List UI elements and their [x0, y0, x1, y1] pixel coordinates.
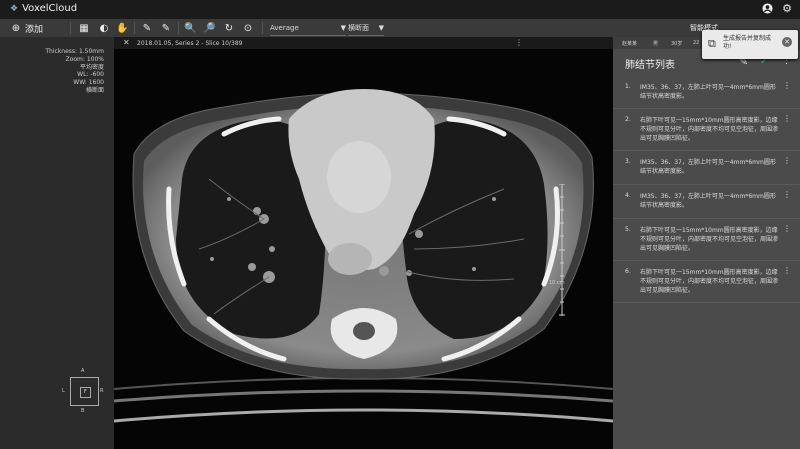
finding-item[interactable]: 1. IM35、36、37，左肺上叶可见一4mm*6mm圆形结节状高密度影。 ⋮ [613, 76, 800, 109]
info-zoom: Zoom: 100% [65, 55, 104, 63]
gear-icon[interactable]: ⚙ [781, 3, 793, 15]
play-icon: ⊙ [243, 22, 253, 34]
info-preset: 平均密度 [79, 63, 104, 71]
layout-button[interactable]: ▦ [78, 19, 90, 37]
zoom-out-icon: 🔎 [203, 22, 216, 34]
app-logo: ❖ VoxelCloud [10, 3, 77, 14]
contrast-icon: ◐ [99, 22, 109, 34]
patient-name: 赵某某 [622, 41, 638, 47]
more-icon[interactable]: ⋮ [783, 224, 791, 233]
more-icon[interactable]: ⋮ [783, 114, 791, 123]
viewer-more-icon[interactable]: ⋮ [515, 38, 523, 47]
toolbar-divider [70, 22, 71, 34]
pan-button[interactable]: ✋ [116, 19, 128, 37]
account-circle-icon[interactable] [761, 3, 773, 15]
brand-name: VoxelCloud [22, 3, 78, 14]
ct-scan-image [114, 49, 613, 449]
add-circle-icon: ⊕ [11, 22, 21, 34]
ct-viewer[interactable]: ✕ 2018.01.05, Series 2 - Slice 10/389 ⋮ [114, 37, 613, 449]
close-icon[interactable]: ✕ [123, 38, 130, 47]
pan-hand-icon: ✋ [116, 22, 129, 34]
toolbar-divider [134, 22, 135, 34]
info-thickness: Thickness: 1.50mm [45, 48, 104, 55]
draw-button[interactable]: ✎ [160, 19, 172, 37]
toolbar-divider [262, 22, 263, 34]
pen-icon: ✎ [161, 22, 171, 34]
zoom-in-button[interactable]: 🔍 [184, 19, 196, 37]
patient-sex: 男 [653, 41, 659, 47]
orientation-cube[interactable]: F [70, 377, 99, 406]
annotate-button[interactable]: ✎ [141, 19, 153, 37]
window-preset-select[interactable]: Average ▼ [270, 21, 346, 36]
toolbar-divider [178, 22, 179, 34]
zoom-in-icon: 🔍 [184, 22, 197, 34]
add-button[interactable]: ⊕ 添加 [10, 19, 43, 37]
findings-list: 1. IM35、36、37，左肺上叶可见一4mm*6mm圆形结节状高密度影。 ⋮… [613, 76, 800, 303]
panel-title: 肺结节列表 [625, 60, 675, 71]
series-info: 2018.01.05, Series 2 - Slice 10/389 [137, 40, 243, 47]
finding-item[interactable]: 2. 右肺下叶可见一15mm*10mm圆形高密度影，边缘不规则可见分叶，内部密度… [613, 109, 800, 151]
orientation-center: F [80, 387, 91, 398]
orientation-label-right: R [100, 388, 104, 394]
rotate-button[interactable]: ↻ [223, 19, 235, 37]
copy-icon: ⧉ [708, 37, 716, 50]
toast-message: 生成报告并复制成功! [723, 35, 772, 50]
patient-id: 22 [693, 40, 700, 46]
zoom-out-button[interactable]: 🔎 [203, 19, 215, 37]
more-icon[interactable]: ⋮ [783, 190, 791, 199]
orientation-label-bottom: B [81, 408, 85, 414]
play-button[interactable]: ⊙ [242, 19, 254, 37]
nodule-list-panel: 赵某某 男 30岁 22 肺结节列表 ✎ ✓ ⋮ 1. IM35、36、37，左… [613, 37, 800, 449]
finding-item[interactable]: 4. IM35、36、37，左肺上叶可见一4mm*6mm圆形结节状高密度影。 ⋮ [613, 185, 800, 219]
pen-icon: ✎ [142, 22, 152, 34]
scale-label: 10 cm [549, 280, 565, 286]
ruler-scale [559, 184, 565, 316]
toolbar: ⊕ 添加 ▦ ◐ ✋ ✎ ✎ 🔍 🔎 ↻ ⊙ Average ▼ 横断面 ▼ 智… [0, 19, 800, 37]
view-plane-select[interactable]: 横断面 ▼ [348, 21, 384, 36]
chevron-down-icon: ▼ [378, 24, 384, 32]
info-wl: WL: -600 [77, 71, 104, 79]
info-ww: WW: 1600 [73, 79, 104, 87]
chevron-down-icon: ▼ [340, 24, 346, 32]
more-icon[interactable]: ⋮ [783, 156, 791, 165]
viewer-header: ✕ 2018.01.05, Series 2 - Slice 10/389 ⋮ [114, 37, 613, 49]
more-icon[interactable]: ⋮ [783, 266, 791, 275]
finding-item[interactable]: 6. 右肺下叶可见一15mm*10mm圆形高密度影，边缘不规则可见分叶，内部密度… [613, 261, 800, 303]
finding-item[interactable]: 5. 右肺下叶可见一15mm*10mm圆形高密度影，边缘不规则可见分叶，内部密度… [613, 219, 800, 261]
more-icon[interactable]: ⋮ [783, 81, 791, 90]
patient-age: 30岁 [671, 41, 683, 47]
top-bar: ❖ VoxelCloud ⚙ [0, 0, 800, 19]
layout-icon: ▦ [79, 22, 89, 34]
info-plane: 横断面 [85, 86, 104, 94]
toast-notification: ⧉ 生成报告并复制成功! ✕ [702, 30, 798, 59]
orientation-label-left: L [62, 388, 65, 394]
orientation-label-top: A [81, 368, 85, 374]
contrast-button[interactable]: ◐ [98, 19, 110, 37]
voxelcloud-logo-icon: ❖ [10, 3, 19, 14]
rotate-icon: ↻ [224, 22, 234, 34]
finding-item[interactable]: 3. IM35、36、37，左肺上叶可见一4mm*6mm圆形结节状高密度影。 ⋮ [613, 151, 800, 185]
close-icon[interactable]: ✕ [782, 37, 792, 47]
image-info-overlay: Thickness: 1.50mm Zoom: 100% 平均密度 WL: -6… [20, 48, 104, 95]
